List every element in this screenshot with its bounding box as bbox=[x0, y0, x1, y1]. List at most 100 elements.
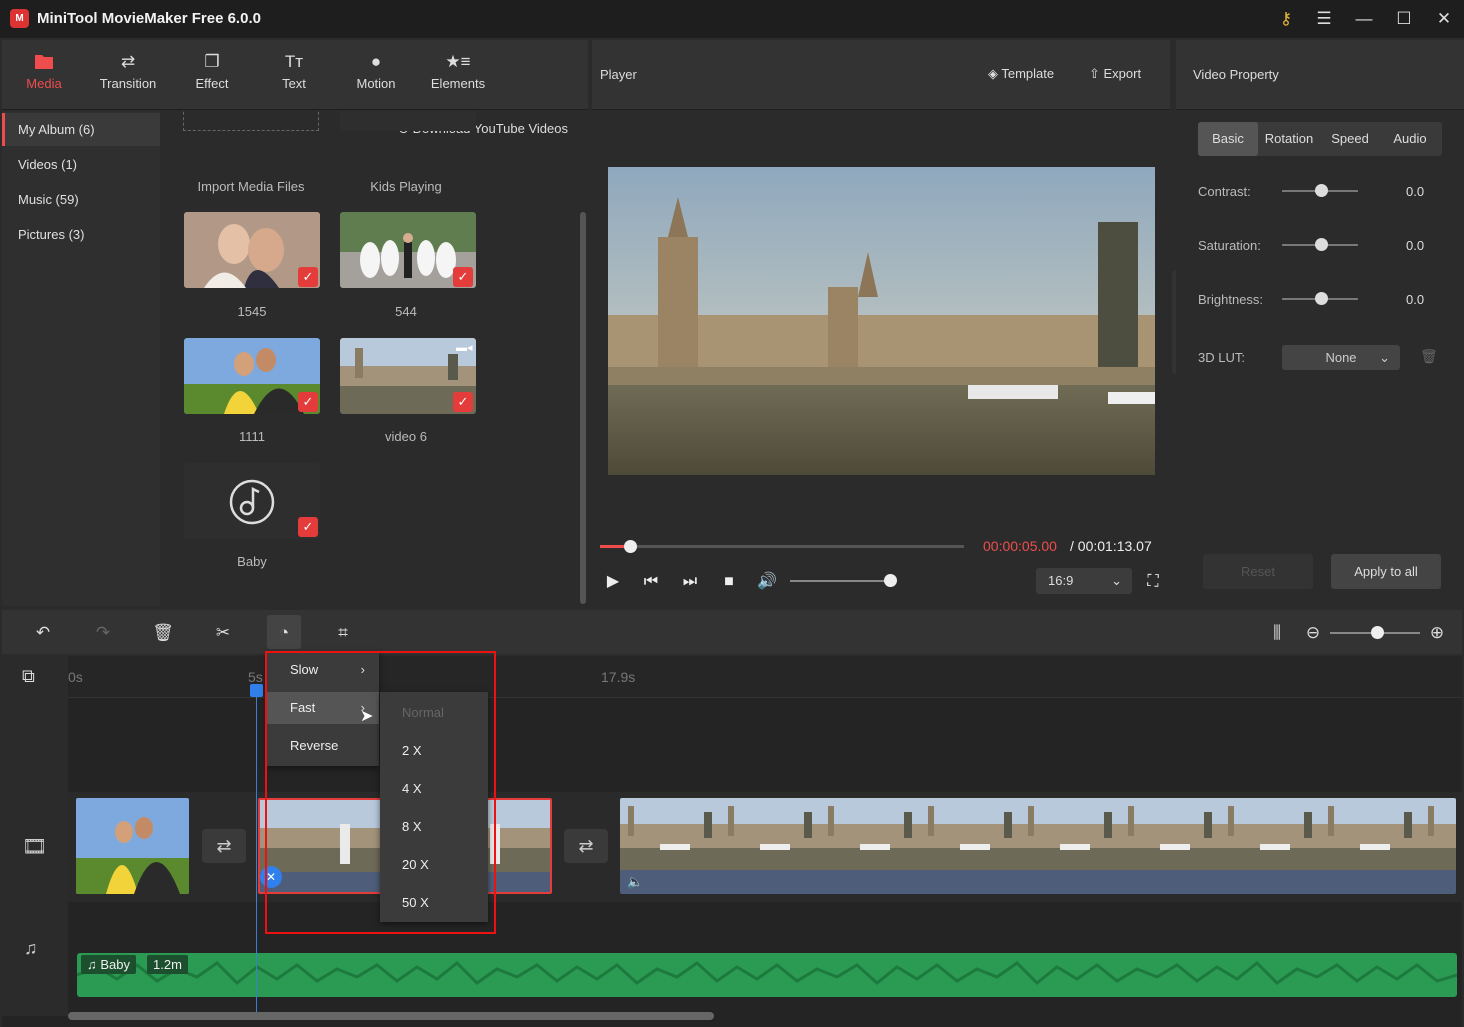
lut-select[interactable]: None ⌄ bbox=[1282, 345, 1400, 370]
check-icon[interactable]: ✓ bbox=[298, 517, 318, 537]
chevron-down-icon: ⌄ bbox=[1111, 573, 1122, 588]
contrast-label: Contrast: bbox=[1198, 184, 1251, 199]
layers-icon: ◈ bbox=[988, 66, 1002, 81]
brightness-knob[interactable] bbox=[1315, 292, 1328, 305]
saturation-slider[interactable] bbox=[1282, 238, 1358, 251]
add-track-icon[interactable]: ⧉ bbox=[22, 666, 35, 687]
play-icon[interactable]: ▶ bbox=[601, 570, 625, 594]
stop-icon[interactable]: ■ bbox=[717, 570, 741, 594]
album-my-album[interactable]: My Album (6) bbox=[2, 113, 160, 146]
audio-waveform bbox=[77, 960, 1457, 986]
parliament-preview-image bbox=[608, 167, 1155, 475]
tab-transition[interactable]: ⇄ Transition bbox=[86, 40, 170, 110]
player-header: Player ◈ Template ⇧ Export bbox=[592, 40, 1170, 110]
property-header: Video Property bbox=[1176, 40, 1464, 110]
kids-playing-label: Kids Playing bbox=[370, 179, 442, 194]
contrast-slider[interactable] bbox=[1282, 184, 1358, 197]
template-button[interactable]: ◈ Template bbox=[988, 66, 1054, 82]
speedometer-icon[interactable]: ◔ bbox=[269, 618, 299, 648]
tab-speed[interactable]: Speed bbox=[1320, 122, 1380, 156]
chevron-down-icon: ⌄ bbox=[1379, 350, 1390, 365]
audio-clip-name: Baby bbox=[100, 957, 131, 972]
maximize-icon[interactable]: ☐ bbox=[1391, 6, 1417, 32]
delete-icon[interactable]: 🗑 bbox=[148, 618, 178, 648]
clip-1111[interactable] bbox=[76, 798, 189, 894]
import-media-box[interactable] bbox=[183, 111, 319, 131]
parliament-clip-image bbox=[620, 798, 1456, 894]
key-icon[interactable]: ⚷ bbox=[1273, 6, 1299, 32]
check-icon[interactable]: ✓ bbox=[453, 267, 473, 287]
progress-knob[interactable] bbox=[623, 540, 637, 553]
app-logo: M bbox=[10, 9, 29, 28]
swap-icon: ⇄ bbox=[216, 836, 232, 856]
audio-clip-baby[interactable]: ♫ Baby 1.2m bbox=[77, 953, 1457, 997]
swap-icon: ⇄ bbox=[120, 52, 136, 71]
undo-icon[interactable]: ↶ bbox=[28, 618, 58, 648]
saturation-knob[interactable] bbox=[1315, 238, 1328, 251]
minimize-icon[interactable]: — bbox=[1351, 6, 1377, 32]
aspect-ratio-select[interactable]: 16:9 ⌄ bbox=[1036, 568, 1132, 594]
close-icon[interactable]: ✕ bbox=[1431, 6, 1457, 32]
title-bar: M MiniTool MovieMaker Free 6.0.0 ⚷ ☰ — ☐… bbox=[0, 0, 1464, 38]
media-scrollbar[interactable] bbox=[580, 212, 586, 604]
playback-progress[interactable] bbox=[600, 540, 964, 553]
reset-button[interactable]: Reset bbox=[1203, 554, 1313, 589]
tab-media-label: Media bbox=[26, 76, 62, 91]
tab-text[interactable]: Tт Text bbox=[252, 40, 336, 110]
zoom-out-icon[interactable]: ⊖ bbox=[1298, 618, 1328, 648]
brightness-slider[interactable] bbox=[1282, 292, 1358, 305]
timeline-area: ⧉ 🎞 ♫ 0s 5s 17.9s ⇄ ✕ ⇄ 🔈 ♫ Baby 1.2m bbox=[2, 656, 1462, 1027]
tab-elements[interactable]: ★≡ Elements bbox=[416, 40, 500, 110]
clip-video-6[interactable] bbox=[620, 798, 1456, 894]
trash-icon[interactable]: 🗑 bbox=[1420, 348, 1438, 365]
upload-icon: ⇧ bbox=[1089, 66, 1104, 81]
check-icon[interactable]: ✓ bbox=[298, 267, 318, 287]
hamburger-icon[interactable]: ☰ bbox=[1311, 6, 1337, 32]
import-media-label: Import Media Files bbox=[197, 179, 305, 194]
clip-volume-icon[interactable]: 🔈 bbox=[627, 874, 643, 890]
volume-knob[interactable] bbox=[884, 574, 897, 587]
picnic-clip-image bbox=[76, 798, 189, 894]
redo-icon[interactable]: ↷ bbox=[88, 618, 118, 648]
total-time: / 00:01:13.07 bbox=[1070, 538, 1152, 554]
tab-audio[interactable]: Audio bbox=[1380, 122, 1440, 156]
album-music[interactable]: Music (59) bbox=[2, 183, 160, 216]
lut-value: None bbox=[1325, 350, 1357, 365]
album-pictures[interactable]: Pictures (3) bbox=[2, 218, 160, 251]
previous-frame-icon[interactable]: ⏮ bbox=[639, 570, 663, 594]
zoom-slider[interactable] bbox=[1330, 626, 1420, 639]
video-preview bbox=[608, 167, 1155, 475]
zoom-in-icon[interactable]: ⊕ bbox=[1422, 618, 1452, 648]
zoom-knob[interactable] bbox=[1370, 626, 1384, 639]
transition-slot[interactable]: ⇄ bbox=[564, 829, 608, 863]
fit-timeline-icon[interactable]: ⫼ bbox=[1262, 618, 1292, 648]
tab-effect[interactable]: ❐ Effect bbox=[170, 40, 254, 110]
volume-slider[interactable] bbox=[790, 574, 897, 587]
next-frame-icon[interactable]: ⏭ bbox=[678, 570, 702, 594]
export-button[interactable]: ⇧ Export bbox=[1089, 66, 1141, 82]
tab-media[interactable]: Media bbox=[2, 40, 86, 110]
app-title: MiniTool MovieMaker Free 6.0.0 bbox=[37, 10, 261, 27]
tab-text-label: Text bbox=[282, 76, 306, 91]
property-title: Video Property bbox=[1193, 67, 1279, 82]
export-label: Export bbox=[1103, 66, 1142, 81]
apply-to-all-button[interactable]: Apply to all bbox=[1331, 554, 1441, 589]
volume-icon[interactable]: 🔊 bbox=[755, 570, 779, 594]
check-icon[interactable]: ✓ bbox=[298, 392, 318, 412]
split-icon[interactable]: ✂ bbox=[208, 618, 238, 648]
kids-playing-thumb[interactable] bbox=[340, 111, 476, 131]
tab-basic[interactable]: Basic bbox=[1198, 122, 1258, 156]
aspect-ratio-value: 16:9 bbox=[1048, 573, 1074, 588]
tab-motion[interactable]: ● Motion bbox=[334, 40, 418, 110]
media-tabs: Media ⇄ Transition ❐ Effect Tт Text ● Mo… bbox=[2, 40, 588, 110]
fullscreen-icon[interactable]: ⛶ bbox=[1141, 570, 1165, 594]
timeline-scrollbar[interactable] bbox=[68, 1012, 714, 1020]
playhead-line bbox=[256, 686, 257, 1016]
crop-icon[interactable]: ⌗ bbox=[328, 618, 358, 648]
album-videos[interactable]: Videos (1) bbox=[2, 148, 160, 181]
tab-rotation[interactable]: Rotation bbox=[1259, 122, 1319, 156]
contrast-knob[interactable] bbox=[1315, 184, 1328, 197]
property-tabs: Basic Rotation Speed Audio bbox=[1198, 122, 1442, 156]
transition-slot[interactable]: ⇄ bbox=[202, 829, 246, 863]
check-icon[interactable]: ✓ bbox=[453, 392, 473, 412]
